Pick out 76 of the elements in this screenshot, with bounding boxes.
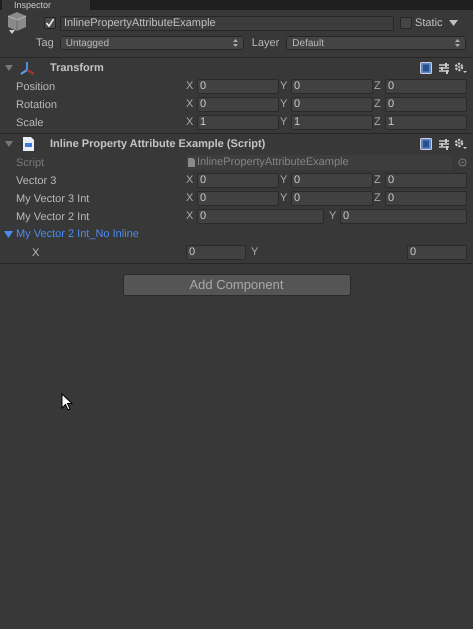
axis-label: Y	[280, 78, 288, 94]
number-field[interactable]: 0	[291, 190, 373, 206]
file-icon	[188, 158, 195, 166]
property-label: My Vector 3 Int	[16, 193, 90, 205]
axis-label: Z	[374, 190, 382, 206]
active-checkbox[interactable]	[44, 17, 56, 29]
number-field[interactable]: 0	[291, 172, 373, 188]
help-icon[interactable]	[420, 62, 432, 74]
number-field[interactable]: 0	[385, 190, 467, 206]
static-label: Static	[415, 16, 443, 31]
property-label: Vector 3	[16, 175, 56, 187]
axis-label: Z	[374, 96, 382, 112]
number-field[interactable]: 0	[385, 96, 467, 112]
axis-label: Y	[280, 96, 288, 112]
property-label: My Vector 2 Int_No Inline	[16, 226, 139, 242]
settings-icon[interactable]	[454, 138, 467, 150]
tag-dropdown[interactable]: Untagged	[60, 36, 244, 50]
foldout-arrow-icon[interactable]	[5, 140, 13, 148]
component-title: Inline Property Attribute Example (Script)	[50, 136, 266, 152]
property-label: Position	[16, 81, 56, 93]
property-label: My Vector 2 Int	[16, 211, 90, 223]
number-field[interactable]: 0	[291, 78, 373, 94]
preset-sliders-icon[interactable]	[438, 62, 450, 74]
axis-label: X	[186, 208, 194, 224]
axis-label: X	[186, 78, 194, 94]
number-field[interactable]: 0	[197, 96, 279, 112]
add-component-button[interactable]: Add Component	[122, 274, 350, 296]
axis-label: Y	[329, 208, 338, 224]
updown-arrow-icon	[455, 39, 460, 47]
axis-label: Y	[251, 244, 260, 260]
property-label: Rotation	[16, 99, 57, 111]
axis-label: Z	[374, 172, 382, 188]
number-field[interactable]: 0	[197, 190, 279, 206]
number-field[interactable]: 0	[197, 78, 279, 94]
settings-icon[interactable]	[454, 62, 467, 74]
property-label: X	[32, 247, 40, 259]
number-field[interactable]: 0	[385, 172, 467, 188]
component-title: Transform	[50, 60, 105, 76]
axis-label: Y	[280, 190, 288, 206]
axis-label: X	[186, 172, 194, 188]
number-field[interactable]: 0	[186, 244, 246, 260]
axis-label: Z	[374, 114, 382, 130]
axis-label: X	[186, 96, 194, 112]
axis-label: X	[186, 114, 194, 130]
script-file-icon	[22, 137, 34, 151]
inspector-tab[interactable]: Inspector	[2, 0, 90, 10]
help-icon[interactable]	[420, 138, 432, 150]
layer-dropdown[interactable]: Default	[286, 36, 466, 50]
updown-arrow-icon	[232, 39, 238, 47]
number-field[interactable]: 0	[340, 208, 467, 224]
number-field[interactable]: 1	[197, 114, 279, 130]
number-field[interactable]: 1	[291, 114, 373, 130]
axis-label: Y	[280, 172, 288, 188]
axis-label: Z	[374, 78, 382, 94]
number-field[interactable]: 0	[291, 96, 373, 112]
object-picker-icon[interactable]	[458, 158, 467, 166]
number-field[interactable]: 0	[197, 208, 324, 224]
layer-label: Layer	[252, 36, 280, 51]
cube-icon	[6, 11, 28, 35]
foldout-arrow-icon[interactable]	[5, 64, 13, 72]
name-field[interactable]: InlinePropertyAttributeExample	[60, 16, 394, 30]
axes-icon	[20, 61, 36, 75]
axis-label: Y	[280, 114, 288, 130]
foldout-arrow-icon[interactable]	[4, 230, 14, 238]
number-field[interactable]: 0	[197, 172, 279, 188]
preset-sliders-icon[interactable]	[438, 138, 450, 150]
tag-label: Tag	[36, 36, 54, 51]
property-label: Script	[16, 157, 44, 169]
number-field[interactable]: 0	[407, 244, 467, 260]
property-label: Scale	[16, 117, 44, 129]
number-field[interactable]: 0	[385, 78, 467, 94]
number-field[interactable]: 1	[385, 114, 467, 130]
axis-label: X	[186, 190, 194, 206]
static-checkbox[interactable]	[400, 17, 412, 29]
dropdown-arrow-icon[interactable]	[448, 20, 458, 26]
mouse-cursor-icon	[61, 393, 73, 411]
